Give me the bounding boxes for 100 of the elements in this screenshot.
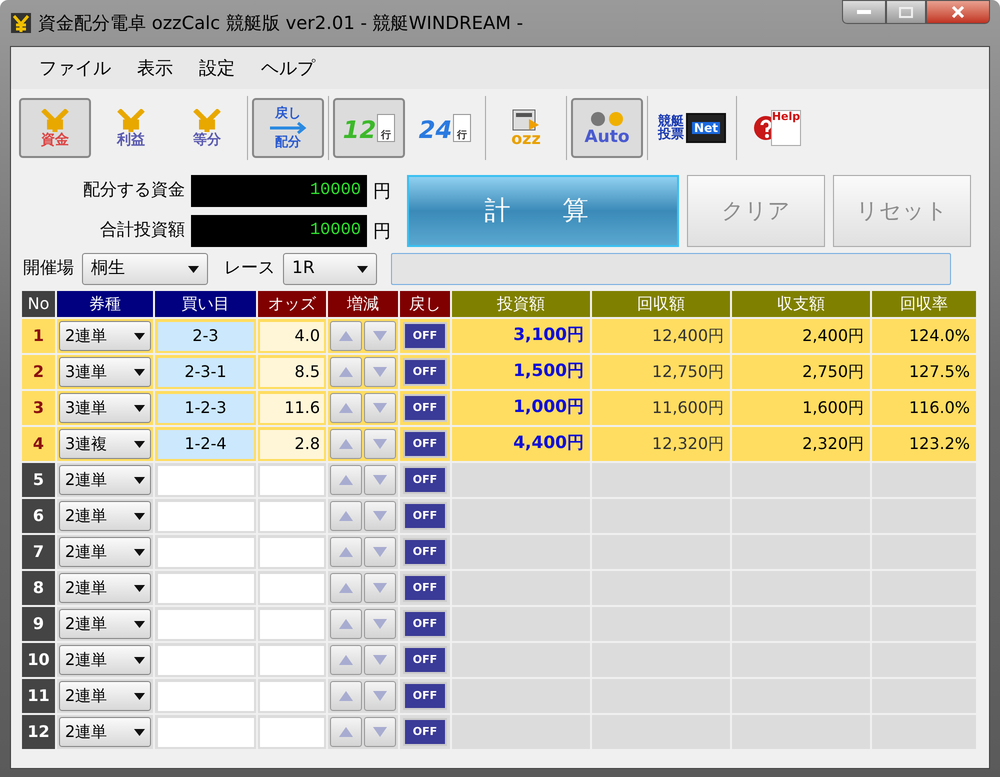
bet-type-dropdown[interactable]: 2連単 — [59, 717, 151, 747]
race-dropdown[interactable]: 1R — [283, 253, 377, 285]
bet-type-dropdown[interactable]: 3連単 — [59, 357, 151, 387]
toolbar-button[interactable]: 24 行 — [409, 98, 481, 158]
refund-toggle[interactable]: OFF — [403, 394, 447, 422]
decrease-button[interactable] — [364, 573, 396, 603]
toolbar-button[interactable]: 戻し 配分 — [252, 98, 324, 158]
bet-field[interactable] — [158, 718, 254, 746]
yen-sign-icon — [40, 109, 70, 133]
bet-type-dropdown[interactable]: 2連単 — [59, 501, 151, 531]
minimize-button[interactable] — [842, 0, 886, 24]
odds-field[interactable] — [260, 466, 324, 494]
toolbar-button[interactable]: 利益 — [95, 98, 167, 158]
bet-field[interactable] — [158, 610, 254, 638]
bet-field[interactable]: 1-2-3 — [158, 394, 254, 422]
column-header: 回収率 — [872, 291, 976, 317]
bet-type-dropdown[interactable]: 3連複 — [59, 429, 151, 459]
odds-field[interactable] — [260, 502, 324, 530]
increase-button[interactable] — [330, 645, 362, 675]
icon-label: 利益 — [117, 133, 145, 147]
refund-toggle[interactable]: OFF — [403, 322, 447, 350]
decrease-button[interactable] — [364, 717, 396, 747]
odds-field[interactable] — [260, 538, 324, 566]
table-cell: 1,500円 — [452, 355, 590, 389]
bet-field[interactable] — [158, 682, 254, 710]
menu-item[interactable]: ファイル — [29, 54, 121, 82]
caret-icon — [188, 266, 199, 272]
refund-toggle[interactable]: OFF — [403, 718, 447, 746]
amount-field[interactable]: 10000 — [191, 215, 367, 247]
toolbar-button[interactable]: 等分 — [171, 98, 243, 158]
menu-item[interactable]: 表示 — [127, 54, 183, 82]
decrease-button[interactable] — [364, 321, 396, 351]
bet-field[interactable] — [158, 502, 254, 530]
odds-field[interactable]: 2.8 — [260, 430, 324, 458]
bet-field[interactable]: 1-2-4 — [158, 430, 254, 458]
increase-button[interactable] — [330, 321, 362, 351]
odds-field[interactable] — [260, 646, 324, 674]
close-button[interactable] — [926, 0, 990, 24]
decrease-button[interactable] — [364, 645, 396, 675]
refund-toggle[interactable]: OFF — [403, 430, 447, 458]
venue-dropdown[interactable]: 桐生 — [82, 253, 208, 285]
odds-field[interactable]: 8.5 — [260, 358, 324, 386]
refund-toggle[interactable]: OFF — [403, 682, 447, 710]
menu-item[interactable]: ヘルプ — [251, 54, 325, 82]
bet-type-dropdown[interactable]: 2連単 — [59, 609, 151, 639]
bet-field[interactable] — [158, 538, 254, 566]
maximize-button[interactable] — [886, 0, 926, 24]
decrease-button[interactable] — [364, 357, 396, 387]
bet-field[interactable] — [158, 466, 254, 494]
bet-type-dropdown[interactable]: 2連単 — [59, 321, 151, 351]
refund-toggle[interactable]: OFF — [403, 358, 447, 386]
decrease-button[interactable] — [364, 393, 396, 423]
bet-type-dropdown[interactable]: 2連単 — [59, 645, 151, 675]
refund-toggle[interactable]: OFF — [403, 574, 447, 602]
caret-icon — [134, 548, 145, 556]
decrease-button[interactable] — [364, 537, 396, 567]
odds-field[interactable] — [260, 718, 324, 746]
increase-button[interactable] — [330, 465, 362, 495]
up-triangle-icon — [339, 475, 353, 485]
refund-toggle[interactable]: OFF — [403, 466, 447, 494]
increase-button[interactable] — [330, 537, 362, 567]
decrease-button[interactable] — [364, 609, 396, 639]
toolbar-button[interactable]: Auto — [571, 98, 643, 158]
increase-button[interactable] — [330, 393, 362, 423]
menu-item[interactable]: 設定 — [189, 54, 245, 82]
increase-button[interactable] — [330, 573, 362, 603]
bet-type-dropdown[interactable]: 2連単 — [59, 465, 151, 495]
odds-field[interactable] — [260, 682, 324, 710]
bet-field[interactable] — [158, 646, 254, 674]
refund-toggle[interactable]: OFF — [403, 502, 447, 530]
bet-field[interactable]: 2-3-1 — [158, 358, 254, 386]
bet-type-dropdown[interactable]: 2連単 — [59, 537, 151, 567]
decrease-button[interactable] — [364, 465, 396, 495]
refund-toggle[interactable]: OFF — [403, 646, 447, 674]
bet-type-dropdown[interactable]: 2連単 — [59, 681, 151, 711]
increase-button[interactable] — [330, 681, 362, 711]
odds-field[interactable] — [260, 610, 324, 638]
increase-button[interactable] — [330, 357, 362, 387]
bet-type-dropdown[interactable]: 3連単 — [59, 393, 151, 423]
decrease-button[interactable] — [364, 429, 396, 459]
increase-button[interactable] — [330, 501, 362, 531]
decrease-button[interactable] — [364, 501, 396, 531]
decrease-button[interactable] — [364, 681, 396, 711]
toolbar-button[interactable]: Help — [741, 98, 813, 158]
increase-button[interactable] — [330, 609, 362, 639]
calculator-icon — [511, 109, 541, 131]
odds-field[interactable]: 11.6 — [260, 394, 324, 422]
odds-field[interactable] — [260, 574, 324, 602]
row-number: 1 — [22, 319, 55, 353]
increase-button[interactable] — [330, 717, 362, 747]
bet-type-dropdown[interactable]: 2連単 — [59, 573, 151, 603]
odds-field[interactable]: 4.0 — [260, 322, 324, 350]
bet-field[interactable]: 2-3 — [158, 322, 254, 350]
amount-field[interactable]: 10000 — [191, 175, 367, 207]
increase-button[interactable] — [330, 429, 362, 459]
bet-field[interactable] — [158, 574, 254, 602]
table-cell: 12,320円 — [592, 427, 730, 461]
refund-toggle[interactable]: OFF — [403, 538, 447, 566]
toolbar-button[interactable]: 12 行 — [333, 98, 405, 158]
refund-toggle[interactable]: OFF — [403, 610, 447, 638]
